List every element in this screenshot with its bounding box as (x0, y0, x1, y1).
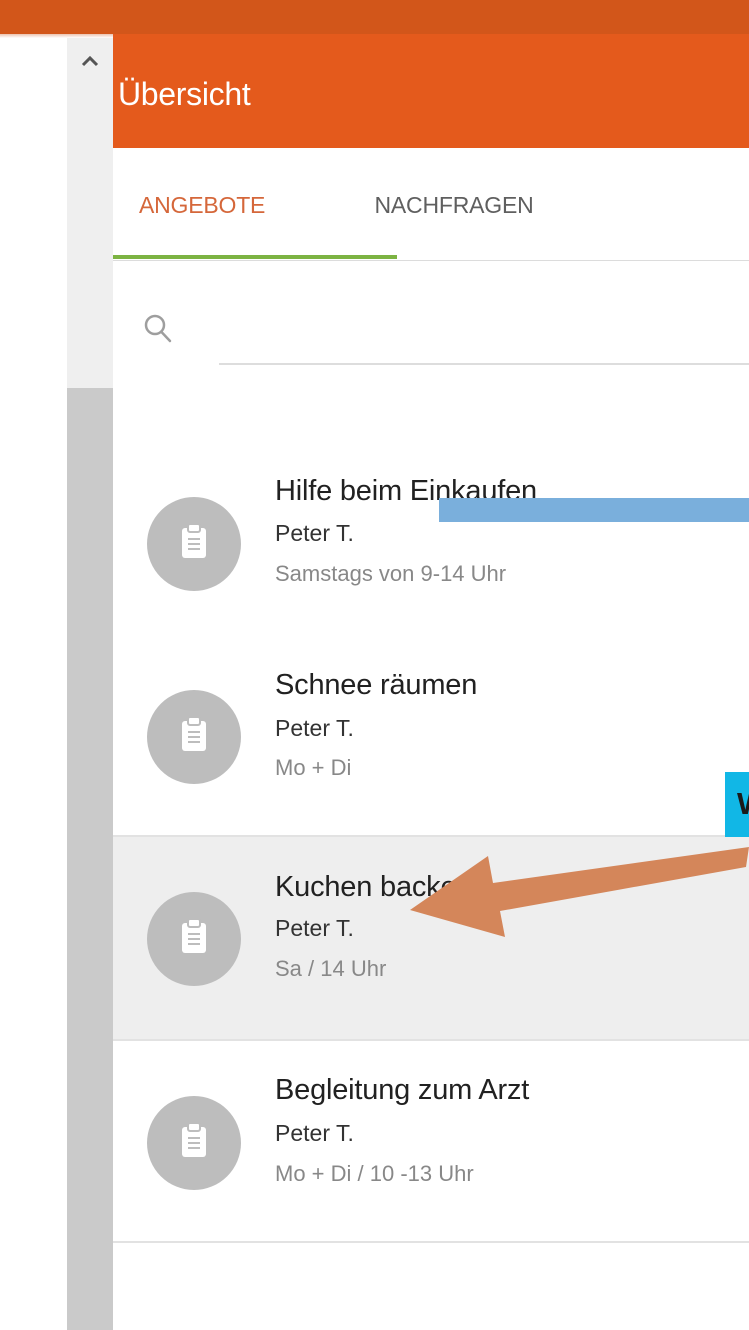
item-author: Peter T. (275, 520, 354, 546)
avatar (147, 1096, 241, 1190)
avatar (147, 690, 241, 784)
item-author: Peter T. (275, 915, 354, 941)
annotation-callout: W (725, 772, 749, 837)
page-title: Übersicht (118, 76, 251, 112)
avatar (147, 497, 241, 591)
active-tab-indicator (113, 255, 397, 259)
item-time: Samstags von 9-14 Uhr (275, 561, 507, 586)
avatar (147, 892, 241, 986)
search-icon[interactable] (143, 313, 173, 350)
tab-angebote[interactable]: ANGEBOTE (139, 192, 265, 219)
tab-nachfragen[interactable]: NACHFRAGEN (374, 192, 533, 219)
list-item[interactable]: Kuchen backen Peter T. Sa / 14 Uhr (113, 837, 749, 1041)
item-author: Peter T. (275, 715, 354, 741)
item-time: Mo + Di (275, 755, 352, 780)
scrollbar-thumb[interactable] (67, 388, 113, 1330)
item-title: Schnee räumen (275, 669, 478, 701)
item-author: Peter T. (275, 1120, 354, 1146)
redaction-bar (439, 498, 749, 522)
item-time: Mo + Di / 10 -13 Uhr (275, 1161, 474, 1186)
item-time: Sa / 14 Uhr (275, 956, 387, 981)
chevron-up-icon (80, 54, 100, 73)
list-item[interactable]: Hilfe beim Einkaufen Peter T. Samstags v… (113, 371, 749, 637)
clipboard-icon (180, 917, 208, 960)
list-item[interactable]: Begleitung zum Arzt Peter T. Mo + Di / 1… (113, 1041, 749, 1243)
clipboard-icon (180, 522, 208, 565)
app-header: Übersicht (113, 34, 749, 148)
callout-text: W (737, 786, 749, 822)
scroll-up-button[interactable] (67, 48, 113, 78)
clipboard-icon (180, 715, 208, 758)
top-bar (0, 0, 749, 34)
item-title: Kuchen backen (275, 871, 473, 903)
search-bar (113, 261, 749, 371)
tab-bar: ANGEBOTE NACHFRAGEN (113, 148, 749, 261)
clipboard-icon (180, 1121, 208, 1164)
search-input[interactable] (219, 313, 749, 365)
list-item[interactable]: Schnee räumen Peter T. Mo + Di (113, 635, 749, 837)
item-title: Begleitung zum Arzt (275, 1074, 530, 1106)
